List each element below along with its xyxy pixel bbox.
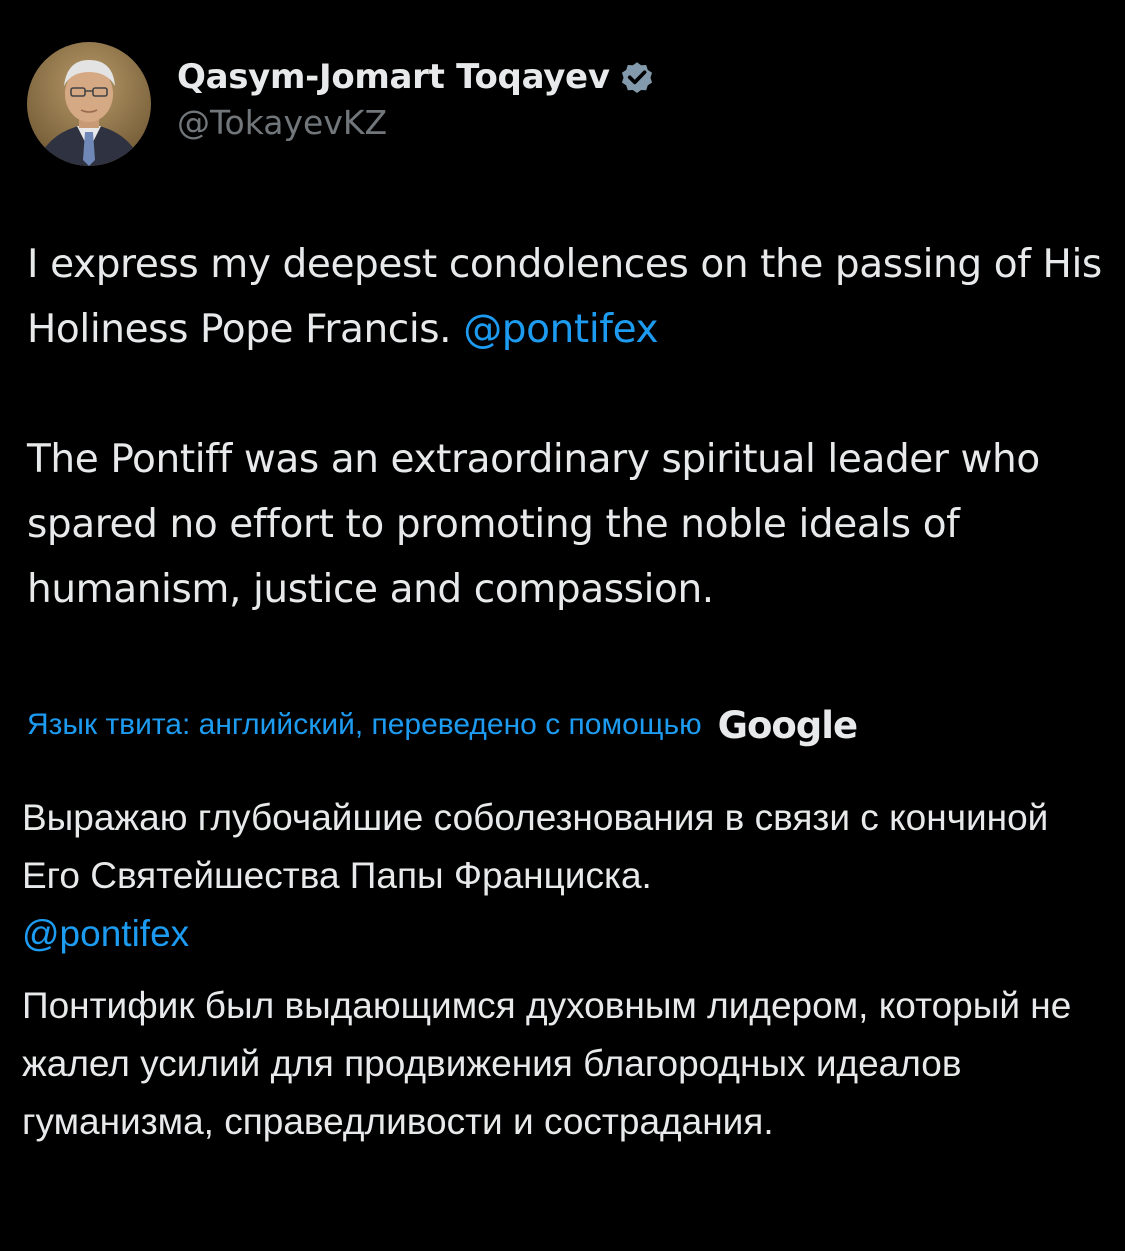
tweet-paragraph: The Pontiff was an extraordinary spiritu… (27, 437, 1040, 612)
translated-paragraph-text: Выражаю глубочайшие соболезнования в свя… (22, 797, 1049, 896)
translated-mention-link[interactable]: @pontifex (22, 913, 189, 954)
tweet-header: Qasym-Jomart Toqayev @TokayevKZ (27, 42, 656, 166)
avatar[interactable] (27, 42, 151, 166)
author-names: Qasym-Jomart Toqayev @TokayevKZ (177, 53, 656, 142)
user-handle[interactable]: @TokayevKZ (177, 103, 656, 142)
name-row: Qasym-Jomart Toqayev (177, 53, 656, 101)
translated-paragraph: Выражаю глубочайшие соболезнования в свя… (22, 789, 1112, 963)
avatar-photo (27, 42, 151, 166)
tweet-text: I express my deepest condolences on the … (27, 232, 1107, 622)
verified-badge-icon[interactable] (618, 58, 656, 96)
translated-paragraph: Понтифик был выдающимся духовным лидером… (22, 985, 1072, 1142)
translation-note-link[interactable]: Язык твита: английский, переведено с пом… (27, 708, 702, 742)
translated-text: Выражаю глубочайшие соболезнования в свя… (22, 789, 1112, 1151)
translation-attribution: Язык твита: английский, переведено с пом… (27, 697, 858, 753)
mention-link[interactable]: @pontifex (463, 307, 658, 352)
tweet-paragraph: I express my deepest condolences on the … (27, 232, 1107, 362)
google-logo: Google (717, 703, 858, 747)
display-name[interactable]: Qasym-Jomart Toqayev (177, 57, 610, 97)
